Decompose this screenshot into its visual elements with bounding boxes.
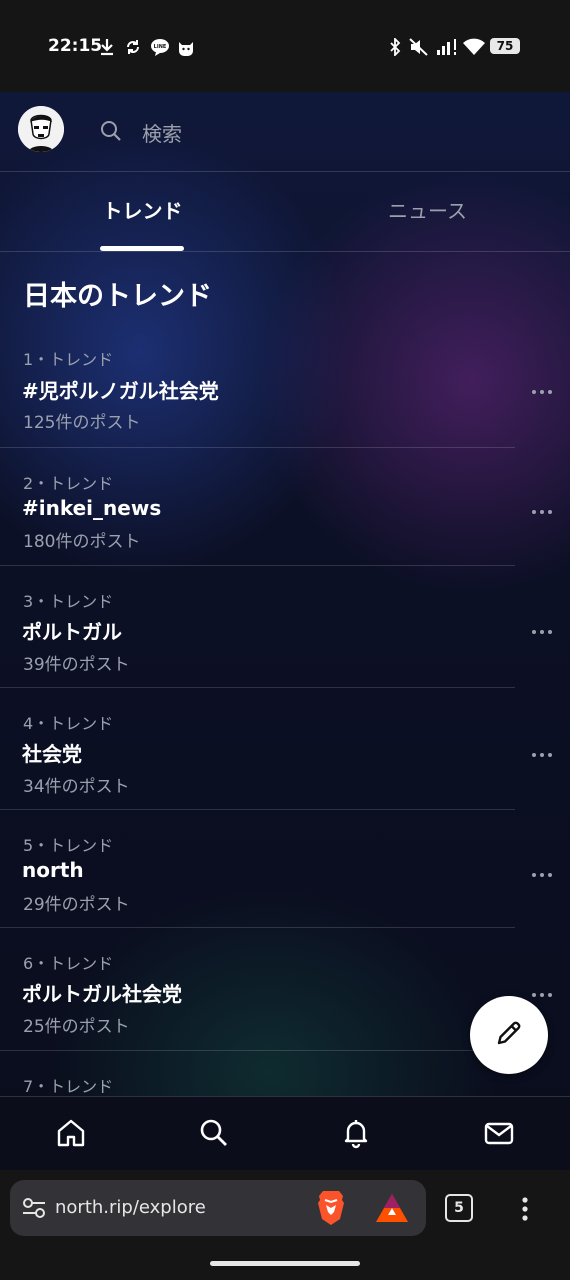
trend-item[interactable]: 3・トレンド ポルトガル 39件のポスト [0,566,515,688]
trend-count: 25件のポスト [23,1017,130,1037]
search-icon[interactable] [196,1115,232,1151]
trend-name: ポルトガル社会党 [22,982,182,1006]
trend-item[interactable]: 2・トレンド #inkei_news 180件のポスト [0,448,515,566]
pencil-icon [495,1019,523,1051]
compose-button[interactable] [470,996,548,1074]
menu-icon[interactable] [520,1196,530,1222]
trend-item[interactable]: 4・トレンド 社会党 34件のポスト [0,688,515,810]
trend-count: 39件のポスト [23,655,130,675]
more-options-icon[interactable] [530,502,554,514]
tab-bar: トレンド ニュース [0,172,570,252]
signal-icon [435,37,459,57]
trend-name: #児ポルノガル社会党 [22,379,219,403]
mail-icon[interactable] [481,1115,517,1151]
wifi-icon [462,37,486,57]
battery-indicator: 75 [490,38,520,54]
more-options-icon[interactable] [530,745,554,757]
mute-icon [408,37,430,57]
bell-icon[interactable] [338,1115,374,1151]
cat-app-icon [176,37,196,57]
home-indicator[interactable] [210,1261,360,1266]
sync-icon [124,37,142,57]
browser-toolbar: north.rip/explore 5 [0,1170,570,1280]
trend-item[interactable]: 5・トレンド north 29件のポスト [0,810,515,928]
more-options-icon[interactable] [530,622,554,634]
more-options-icon[interactable] [530,865,554,877]
trend-meta: 7・トレンド [23,1077,114,1096]
trend-item[interactable]: 6・トレンド ポルトガル社会党 25件のポスト [0,928,515,1051]
trend-name: #inkei_news [22,496,162,520]
search-input[interactable]: 検索 [142,118,182,147]
trend-meta: 1・トレンド [23,350,114,369]
trend-item[interactable]: 1・トレンド #児ポルノガル社会党 125件のポスト [0,332,515,448]
more-options-icon[interactable] [530,382,554,394]
trend-name: 社会党 [22,742,82,766]
tab-count-button[interactable]: 5 [445,1194,473,1222]
brave-shield-icon[interactable] [314,1189,348,1227]
top-bar: 検索 [0,92,570,172]
trend-count: 125件のポスト [23,413,141,433]
trend-meta: 4・トレンド [23,714,114,733]
trend-meta: 2・トレンド [23,474,114,493]
app-content: 検索 トレンド ニュース 日本のトレンド 1・トレンド #児ポルノガル社会党 1… [0,92,570,1170]
trend-meta: 3・トレンド [23,592,114,611]
trend-name: north [22,858,84,882]
address-bar[interactable]: north.rip/explore [10,1180,426,1236]
trend-count: 180件のポスト [23,532,141,552]
tab-trends[interactable]: トレンド [0,172,285,252]
more-options-icon[interactable] [530,985,554,997]
trend-count: 29件のポスト [23,895,130,915]
line-app-icon: LINE [149,37,171,57]
trend-name: ポルトガル [22,620,122,644]
tab-news[interactable]: ニュース [285,172,570,252]
trend-meta: 6・トレンド [23,954,114,973]
bluetooth-icon [386,37,404,57]
trend-count: 34件のポスト [23,777,130,797]
avatar[interactable] [18,106,64,152]
active-tab-indicator [100,246,184,251]
bat-rewards-icon[interactable] [374,1192,410,1224]
site-settings-icon[interactable] [22,1197,46,1219]
svg-text:LINE: LINE [154,44,167,50]
trend-meta: 5・トレンド [23,836,114,855]
url-text[interactable]: north.rip/explore [55,1197,206,1218]
search-icon[interactable] [100,120,122,142]
status-bar: 22:15 LINE 75 [0,0,570,92]
status-time: 22:15 [48,36,103,56]
section-title: 日本のトレンド [23,281,212,312]
bottom-nav [0,1096,570,1170]
download-icon [98,37,116,57]
home-icon[interactable] [53,1115,89,1151]
